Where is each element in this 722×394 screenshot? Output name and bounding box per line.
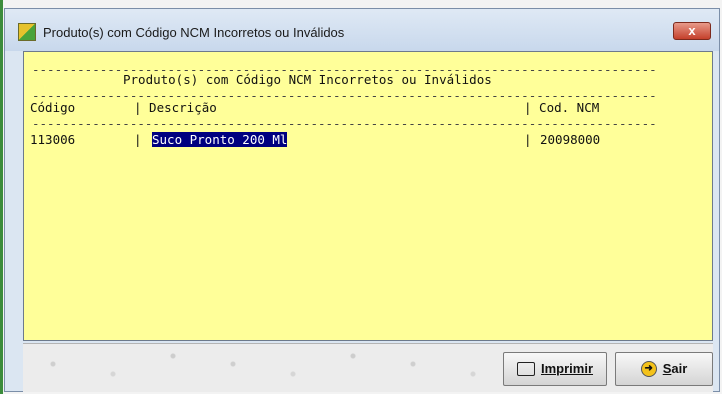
selected-text: Suco Pronto 200 Ml [152, 132, 288, 147]
table-row-sep: | [524, 132, 540, 147]
print-label: mprimir [544, 361, 594, 376]
dialog-window: Produto(s) com Código NCM Incorretos ou … [4, 8, 720, 392]
exit-button[interactable]: ➜ Sair [615, 352, 713, 386]
header-descricao: | Descrição [134, 100, 217, 115]
printer-icon [516, 361, 535, 376]
window-title: Produto(s) com Código NCM Incorretos ou … [43, 25, 345, 40]
table-row-ncm: 20098000 [540, 132, 601, 147]
report-heading: Produto(s) com Código NCM Incorretos ou … [123, 72, 492, 87]
exit-label: air [671, 361, 688, 376]
header-ncm: | Cod. NCM [524, 100, 600, 115]
print-button[interactable]: Imprimir [503, 352, 607, 386]
app-icon [18, 23, 36, 41]
table-row-descricao[interactable]: Suco Pronto 200 Ml [152, 132, 288, 147]
title-bar[interactable]: Produto(s) com Código NCM Incorretos ou … [5, 9, 719, 51]
button-bar: Imprimir ➜ Sair [23, 343, 713, 392]
exit-arrow-icon: ➜ [640, 360, 657, 377]
separator-line: ----------------------------------------… [32, 116, 657, 131]
close-button[interactable]: x [673, 22, 711, 40]
table-row-sep: | [134, 132, 150, 147]
table-row-codigo: 113006 [30, 132, 76, 147]
report-area[interactable]: ----------------------------------------… [23, 51, 713, 341]
header-codigo: Código [30, 100, 76, 115]
background-edge [0, 0, 3, 394]
